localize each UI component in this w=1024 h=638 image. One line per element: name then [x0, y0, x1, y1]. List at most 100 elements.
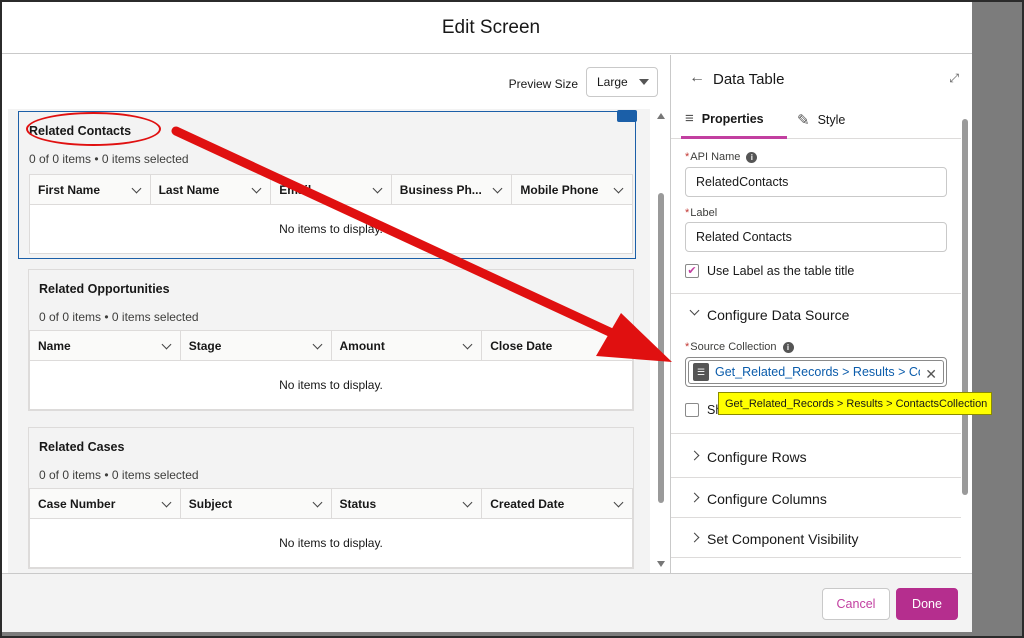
table-header: Name Stage Amount Close Date: [30, 331, 632, 361]
api-name-label: *API Name i: [685, 151, 758, 163]
label-input[interactable]: Related Contacts: [685, 222, 947, 252]
tab-properties[interactable]: ≡ Properties: [681, 101, 787, 139]
column-header[interactable]: Status: [332, 489, 483, 518]
section-configure-data-source[interactable]: Configure Data Source: [671, 295, 961, 333]
column-header[interactable]: Created Date: [482, 489, 632, 518]
scroll-down-icon[interactable]: [657, 561, 665, 567]
modal-footer: Cancel Done: [2, 573, 972, 632]
column-header[interactable]: Mobile Phone: [512, 175, 632, 204]
table-title: Related Cases: [39, 440, 125, 454]
chevron-down-icon[interactable]: [161, 497, 172, 508]
chevron-down-icon[interactable]: [251, 183, 262, 194]
scrollbar-thumb[interactable]: [658, 193, 664, 503]
preview-size-label: Preview Size: [508, 77, 578, 91]
chevron-down-icon[interactable]: [613, 497, 624, 508]
source-collection-value: Get_Related_Records > Results > Co...: [715, 365, 920, 379]
column-header[interactable]: Amount: [332, 331, 483, 360]
divider: [671, 557, 961, 558]
chevron-down-icon[interactable]: [161, 339, 172, 350]
edit-screen-modal: Edit Screen Preview Size Large Related C…: [2, 2, 972, 632]
section-set-component-visibility[interactable]: Set Component Visibility: [671, 519, 961, 557]
source-collection-tooltip: Get_Related_Records > Results > Contacts…: [718, 392, 992, 415]
source-collection-pill[interactable]: ☰ Get_Related_Records > Results > Co... …: [688, 360, 944, 384]
column-header[interactable]: Last Name: [151, 175, 272, 204]
chevron-down-icon: [689, 305, 700, 316]
canvas-scrollbar[interactable]: [654, 111, 668, 571]
back-arrow-icon[interactable]: ←: [689, 69, 705, 87]
section-label: Set Component Visibility: [707, 531, 859, 547]
panel-header: ← Data Table ⤢: [671, 55, 972, 101]
brush-icon: ✎: [797, 112, 810, 129]
chevron-right-icon: [689, 450, 700, 461]
column-header[interactable]: Business Ph...: [392, 175, 513, 204]
column-header[interactable]: First Name: [30, 175, 151, 204]
column-header[interactable]: Subject: [181, 489, 332, 518]
chevron-down-icon: [639, 79, 649, 85]
done-button[interactable]: Done: [896, 588, 958, 620]
section-label: Configure Columns: [707, 491, 827, 507]
chevron-down-icon[interactable]: [372, 183, 383, 194]
tab-style[interactable]: ✎ Style: [793, 101, 873, 139]
scroll-up-icon[interactable]: [657, 113, 665, 119]
chevron-down-icon[interactable]: [613, 339, 624, 350]
table-title: Related Opportunities: [39, 282, 170, 296]
use-label-checkbox[interactable]: ✔: [685, 264, 699, 278]
chevron-down-icon[interactable]: [312, 497, 322, 508]
table-grid: Name Stage Amount Close Date No items to…: [29, 330, 633, 410]
api-name-input[interactable]: RelatedContacts: [685, 167, 947, 197]
chevron-right-icon: [689, 492, 700, 503]
expand-icon[interactable]: ⤢: [949, 71, 959, 86]
column-header[interactable]: Email: [271, 175, 392, 204]
label-field-label: *Label: [685, 207, 718, 219]
chevron-down-icon[interactable]: [131, 183, 142, 194]
collection-icon: ☰: [693, 363, 709, 381]
modal-title: Edit Screen: [441, 16, 541, 38]
table-count: 0 of 0 items • 0 items selected: [39, 468, 199, 482]
preview-bar: Preview Size Large: [2, 55, 670, 109]
section-configure-columns[interactable]: Configure Columns: [671, 479, 961, 517]
close-icon[interactable]: ✕: [925, 366, 937, 383]
info-icon[interactable]: i: [782, 341, 794, 353]
data-table-related-cases[interactable]: Related Cases 0 of 0 items • 0 items sel…: [28, 427, 634, 569]
table-empty-message: No items to display.: [279, 378, 383, 392]
column-header[interactable]: Case Number: [30, 489, 181, 518]
properties-panel: ← Data Table ⤢ ≡ Properties ✎ Style *API…: [670, 55, 972, 573]
table-grid: First Name Last Name Email Business Ph..…: [29, 174, 633, 254]
cancel-button[interactable]: Cancel: [822, 588, 890, 620]
table-grid: Case Number Subject Status Created Date …: [29, 488, 633, 568]
chevron-down-icon[interactable]: [312, 339, 322, 350]
info-icon[interactable]: i: [746, 151, 758, 163]
modal-header: Edit Screen: [2, 2, 972, 54]
table-header: Case Number Subject Status Created Date: [30, 489, 632, 519]
column-header[interactable]: Name: [30, 331, 181, 360]
table-header: First Name Last Name Email Business Ph..…: [30, 175, 632, 205]
section-label: Configure Data Source: [707, 307, 850, 323]
properties-icon: ≡: [685, 110, 694, 127]
panel-title: Data Table: [713, 71, 785, 88]
section-label: Configure Rows: [707, 449, 807, 465]
component-toolbar[interactable]: [617, 110, 637, 122]
divider: [671, 517, 961, 518]
table-empty-message: No items to display.: [279, 536, 383, 550]
chevron-down-icon[interactable]: [462, 497, 473, 508]
divider: [671, 293, 961, 294]
column-header[interactable]: Close Date: [482, 331, 632, 360]
preview-size-value: Large: [597, 75, 628, 89]
divider: [671, 477, 961, 478]
chevron-down-icon[interactable]: [613, 183, 624, 194]
panel-tabs: ≡ Properties ✎ Style: [671, 101, 961, 139]
chevron-right-icon: [689, 532, 700, 543]
preview-size-select[interactable]: Large: [586, 67, 658, 97]
column-header[interactable]: Stage: [181, 331, 332, 360]
data-table-related-opportunities[interactable]: Related Opportunities 0 of 0 items • 0 i…: [28, 269, 634, 411]
table-count: 0 of 0 items • 0 items selected: [29, 152, 189, 166]
table-empty-message: No items to display.: [279, 222, 383, 236]
panel-scrollbar[interactable]: [960, 107, 970, 573]
show-checkbox[interactable]: [685, 403, 699, 417]
section-configure-rows[interactable]: Configure Rows: [671, 437, 961, 475]
scrollbar-thumb[interactable]: [962, 119, 968, 495]
canvas-body: Related Contacts 0 of 0 items • 0 items …: [8, 109, 650, 573]
source-collection-input[interactable]: ☰ Get_Related_Records > Results > Co... …: [685, 357, 947, 387]
chevron-down-icon[interactable]: [492, 183, 503, 194]
chevron-down-icon[interactable]: [462, 339, 473, 350]
